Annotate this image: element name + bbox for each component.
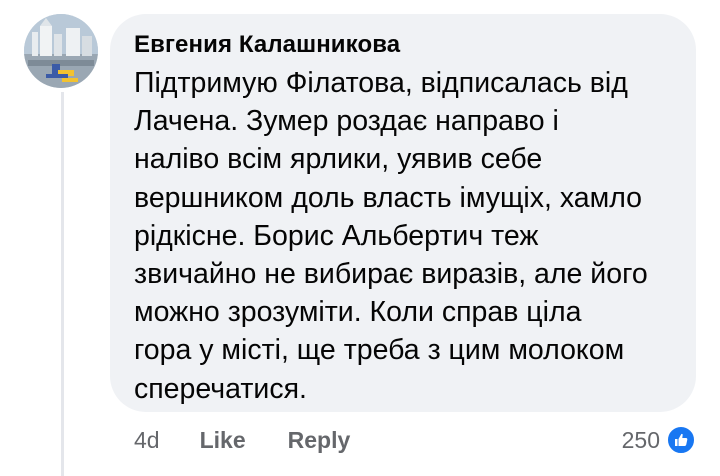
thumbs-up-icon	[666, 425, 696, 455]
comment-text-line: гора у місті, ще треба з цим молоком	[134, 334, 625, 367]
avatar[interactable]	[24, 14, 98, 88]
like-button[interactable]: Like	[200, 427, 246, 454]
comment-bubble: Евгения Калашникова Підтримую Філатова, …	[110, 14, 696, 412]
comment-text-line: рідкісне. Борис Альбертич теж	[134, 219, 539, 252]
reply-button[interactable]: Reply	[288, 427, 351, 454]
comment-text-line: наліво всім ярлики, уявив себе	[134, 143, 543, 176]
comment-text-line: Лачена. Зумер роздає направо і	[134, 105, 559, 138]
comment-text: Підтримую Філатова, відписалась від Лаче…	[134, 64, 674, 408]
comment-text-line: вершником доль власть імущіх, хамло	[134, 181, 643, 214]
timestamp[interactable]: 4d	[134, 427, 160, 454]
comment-container: Евгения Калашникова Підтримую Філатова, …	[0, 0, 720, 476]
comment-text-line: Підтримую Філатова, відписалась від	[134, 67, 628, 99]
reaction-count: 250	[621, 426, 660, 453]
comment-text-line: сперечатися.	[134, 372, 307, 405]
thread-line	[61, 92, 64, 476]
comment-text-line: можно зрозуміти. Коли справ ціла	[134, 296, 582, 329]
reactions-summary[interactable]: 250	[622, 424, 696, 456]
author-name[interactable]: Евгения Калашникова	[134, 30, 674, 60]
comment-text-line: звичайно не вибирає виразів, але його	[134, 258, 648, 291]
comment-actions: 4d Like Reply	[134, 424, 350, 456]
